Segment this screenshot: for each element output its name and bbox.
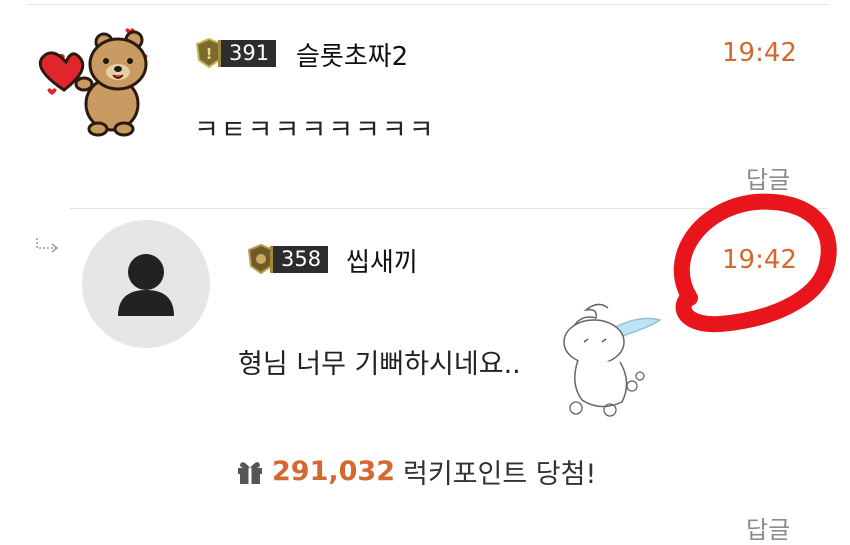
comment-time: 19:42 xyxy=(722,38,797,68)
svg-text:!: ! xyxy=(206,45,213,63)
avatar[interactable] xyxy=(82,220,210,348)
top-divider xyxy=(28,4,828,5)
prize-amount: 291,032 xyxy=(272,456,395,487)
red-circle-annotation xyxy=(673,193,837,333)
reply-arrow-icon xyxy=(36,238,59,253)
level-badge: 358 xyxy=(248,244,329,274)
author-nickname[interactable]: 씹새끼 xyxy=(346,242,418,279)
level-number: 358 xyxy=(270,245,329,273)
author-nickname[interactable]: 슬롯초짜2 xyxy=(296,36,408,73)
comment-message: ㅋㅌㅋㅋㅋㅋㅋㅋㅋ xyxy=(194,115,436,146)
character-doodle xyxy=(563,303,662,417)
level-badge: ! 391 xyxy=(196,38,277,68)
comment-message: 형님 너무 기뻐하시네요.. xyxy=(238,349,521,380)
lucky-point-prize: 291,032 럭키포인트 당첨! xyxy=(236,452,596,491)
gift-icon xyxy=(238,461,262,484)
bear-sticker-avatar[interactable] xyxy=(38,18,153,138)
default-user-icon xyxy=(118,254,174,316)
level-number: 391 xyxy=(218,39,277,67)
reply-button[interactable]: 답글 xyxy=(746,510,790,545)
prize-text: 럭키포인트 당첨! xyxy=(402,459,597,490)
